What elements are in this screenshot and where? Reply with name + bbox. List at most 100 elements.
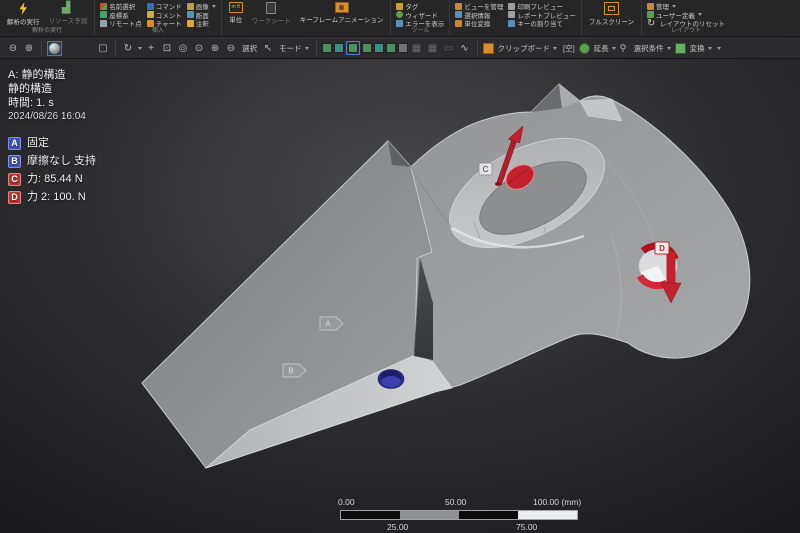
keyframe-animation-label: キーフレームアニメーション bbox=[300, 14, 384, 24]
units-group-label bbox=[227, 27, 386, 36]
analysis-title: A: 静的構造 bbox=[8, 68, 96, 82]
mode-dropdown[interactable]: モード bbox=[277, 43, 311, 54]
ribbon-group-tools: タグ ウィザード エラーを表示 ツール bbox=[390, 0, 449, 36]
selection-criteria-dropdown[interactable]: 選択条件 bbox=[632, 43, 673, 54]
cursor-icon[interactable]: ↖ bbox=[261, 41, 275, 56]
section-plane-icon bbox=[187, 11, 194, 18]
extend-dropdown[interactable]: 延長 bbox=[592, 43, 618, 54]
ribbon-group-views: ビューを管理 選択情報 単位変換 印刷プレビュー bbox=[449, 0, 581, 36]
zoom-fit-icon[interactable]: ◎ bbox=[176, 41, 190, 56]
remote-point-button[interactable]: リモート点 bbox=[100, 19, 142, 27]
dropdown-caret-icon bbox=[553, 47, 557, 50]
legend-label-fixed: 固定 bbox=[27, 136, 49, 150]
ruler-label-50: 50.00 bbox=[445, 497, 466, 507]
fullscreen-button[interactable]: フルスクリーン bbox=[587, 1, 636, 27]
dropdown-caret-icon bbox=[212, 5, 216, 8]
shaded-exterior-button[interactable] bbox=[64, 41, 78, 56]
reset-layout-button[interactable]: ↻ レイアウトのリセット bbox=[647, 19, 725, 27]
keyframe-animation-button[interactable]: ▦ キーフレームアニメーション bbox=[298, 1, 386, 25]
dropdown-caret-icon bbox=[698, 13, 702, 16]
ruler-segment bbox=[459, 511, 518, 519]
select-element-filter-icon[interactable] bbox=[386, 43, 396, 53]
legend-badge-a: A bbox=[8, 137, 21, 150]
selection-tools-icon[interactable]: ▦ bbox=[426, 41, 440, 56]
select-face-filter-active[interactable] bbox=[346, 41, 360, 55]
rotate-icon[interactable]: ↻ bbox=[121, 41, 135, 56]
key-assignments-button[interactable]: キーの割り当て bbox=[508, 19, 576, 27]
dropdown-caret-icon bbox=[708, 47, 712, 50]
convert-dropdown[interactable]: 変換 bbox=[688, 43, 714, 54]
zoom-box-icon[interactable]: ⊡ bbox=[160, 41, 174, 56]
zoom-in-icon[interactable]: ⊕ bbox=[22, 41, 36, 56]
clipboard-dropdown[interactable]: クリップボード bbox=[496, 43, 560, 54]
ruler-label-75: 75.00 bbox=[516, 522, 537, 532]
extend-icon[interactable] bbox=[579, 43, 590, 54]
ruler-segment bbox=[518, 511, 577, 519]
chart-icon bbox=[147, 20, 154, 27]
select-dropdown[interactable]: 選択 bbox=[240, 43, 259, 54]
convert-icon[interactable] bbox=[675, 43, 686, 54]
select-node-filter-icon[interactable] bbox=[374, 43, 384, 53]
graphics-viewport[interactable]: C D A bbox=[0, 0, 800, 533]
select-face-filter-icon bbox=[348, 43, 358, 53]
resource-chart-icon: ▟ bbox=[62, 2, 74, 14]
print-preview-icon bbox=[508, 3, 515, 10]
solve-group-label: 解析の実行 bbox=[5, 27, 89, 36]
probe-chart-icon[interactable]: ∿ bbox=[458, 41, 472, 56]
element-display-button[interactable]: ▢ bbox=[96, 41, 110, 56]
annotation-button[interactable]: 注釈 bbox=[187, 19, 216, 27]
named-selection-icon bbox=[100, 3, 107, 10]
ruler-label-100: 100.00 (mm) bbox=[533, 497, 581, 507]
graphics-toolbar: ⊖ ⊕ ▢ ↻ + ⊡ ◎ ⊙ ⊕ ⊖ 選択 ↖ モード ▦ ▦ ▭ bbox=[0, 38, 800, 59]
scale-ruler bbox=[340, 510, 578, 520]
selection-criteria-label: 選択条件 bbox=[634, 43, 664, 54]
toolbar-separator bbox=[477, 41, 478, 55]
report-preview-icon bbox=[508, 11, 515, 18]
ruler-segment bbox=[341, 511, 400, 519]
extend-selection-icon[interactable]: ▦ bbox=[410, 41, 424, 56]
select-edge-filter-icon[interactable] bbox=[334, 43, 344, 53]
units-button[interactable]: m ft 単位 bbox=[227, 1, 245, 25]
worksheet-label: ワークシート bbox=[252, 15, 291, 25]
dropdown-caret-icon bbox=[305, 47, 309, 50]
unit-convert-button[interactable]: 単位変換 bbox=[455, 19, 503, 27]
toolbar-separator bbox=[41, 41, 42, 55]
insert-group-label: 挿入 bbox=[100, 27, 216, 36]
ansys-mechanical-window: C D A bbox=[0, 0, 800, 533]
key-assignments-icon bbox=[508, 20, 515, 27]
shaded-exterior-edges-button[interactable] bbox=[47, 41, 62, 56]
zoom-out-icon[interactable]: ⊖ bbox=[6, 41, 20, 56]
wireframe-button[interactable] bbox=[80, 41, 94, 56]
clipboard-icon[interactable] bbox=[483, 43, 494, 54]
manage-icon bbox=[647, 3, 654, 10]
select-body-filter-icon[interactable] bbox=[362, 43, 372, 53]
solve-button[interactable]: 解析の実行 bbox=[5, 1, 42, 27]
zoom-magnify-icon[interactable]: ⊙ bbox=[192, 41, 206, 56]
layout-group-label: レイアウト bbox=[647, 27, 725, 36]
remote-point-icon bbox=[100, 20, 107, 27]
analysis-time: 時間: 1. s bbox=[8, 96, 96, 110]
ribbon-group-fullscreen: フルスクリーン bbox=[581, 0, 641, 36]
chart-button[interactable]: チャート bbox=[147, 19, 182, 27]
analysis-subtitle: 静的構造 bbox=[8, 82, 96, 96]
worksheet-button[interactable]: ワークシート bbox=[250, 1, 293, 26]
tag-a-letter: A bbox=[325, 320, 331, 329]
select-vertex-filter-icon[interactable] bbox=[322, 43, 332, 53]
units-icon: m ft bbox=[229, 2, 243, 13]
zoom-previous-icon[interactable]: ⊕ bbox=[208, 41, 222, 56]
label-tool-icon[interactable]: ▭ bbox=[442, 41, 456, 56]
comment-icon bbox=[147, 11, 154, 18]
zoom-next-icon[interactable]: ⊖ bbox=[224, 41, 238, 56]
commands-icon bbox=[147, 3, 154, 10]
legend-label-force2: 力 2: 100. N bbox=[27, 190, 86, 204]
mode-label: モード bbox=[279, 43, 302, 54]
units-label: 単位 bbox=[229, 14, 242, 24]
select-element-face-filter-icon[interactable] bbox=[398, 43, 408, 53]
resource-prediction-button[interactable]: ▟ リソース予測 bbox=[47, 1, 90, 26]
dropdown-caret-icon bbox=[612, 47, 616, 50]
show-errors-button[interactable]: エラーを表示 bbox=[396, 19, 444, 27]
ruler-label-0: 0.00 bbox=[338, 497, 355, 507]
more-tools-caret-icon[interactable] bbox=[717, 47, 721, 50]
pan-icon[interactable]: + bbox=[144, 41, 158, 56]
views-group-label bbox=[455, 27, 576, 36]
